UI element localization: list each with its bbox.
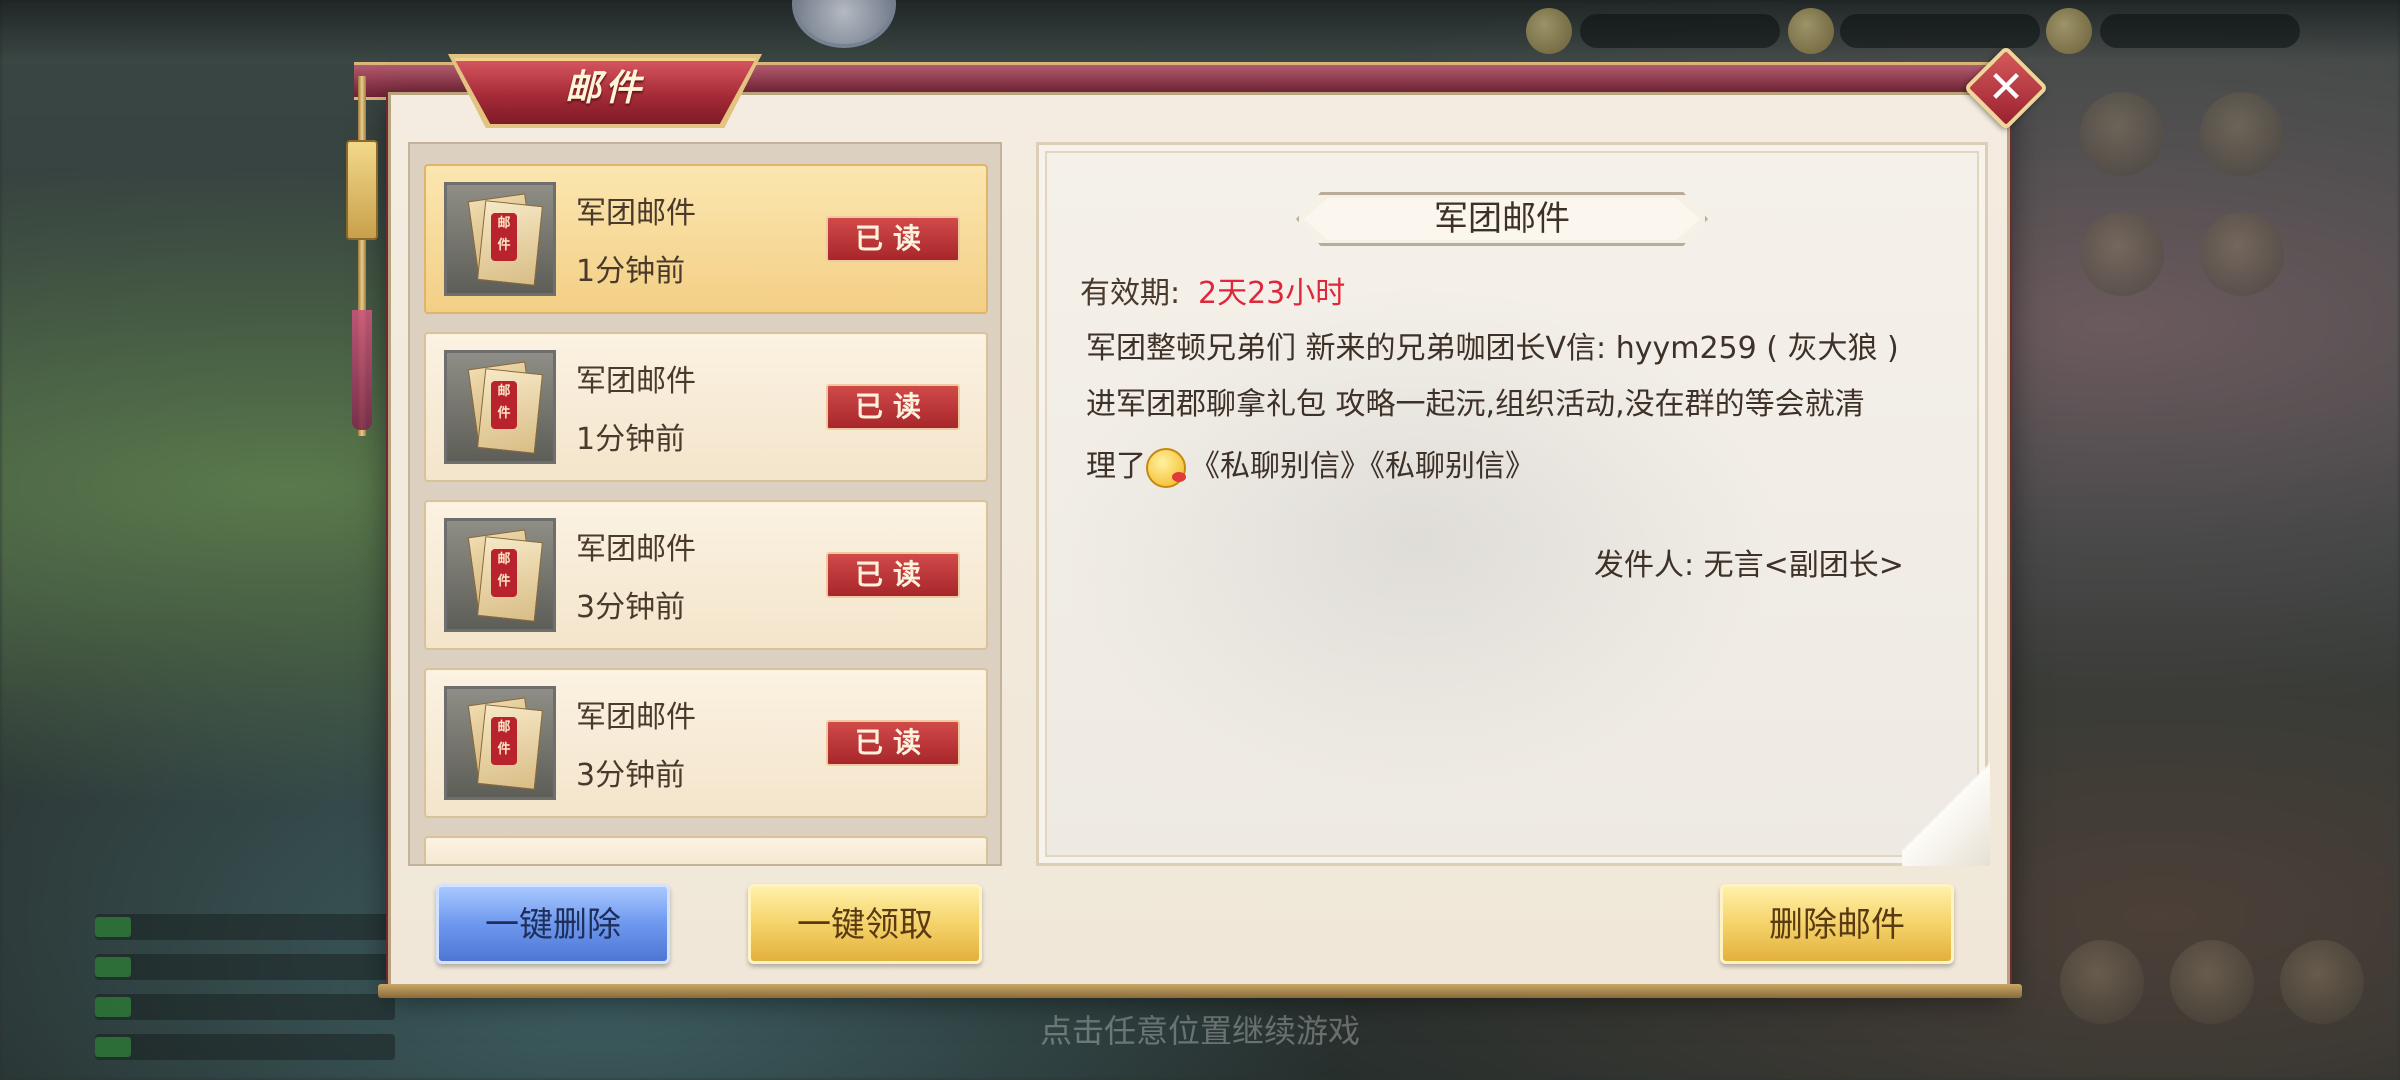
mail-list-item[interactable]: 邮件 军团邮件 3分钟前 已读 [424, 668, 988, 818]
resource-pill [2100, 14, 2300, 48]
dialog-title: 邮件 [564, 68, 645, 109]
mail-item-title: 军团邮件 [576, 532, 696, 567]
mail-letter-icon: 邮件 [444, 350, 556, 464]
mail-item-time: 3分钟前 [576, 590, 686, 625]
ingot-icon [1788, 8, 1834, 54]
read-status-badge: 已读 [826, 216, 960, 262]
page-curl-decoration [1902, 744, 1990, 866]
continue-hint: 点击任意位置继续游戏 [1039, 1012, 1360, 1050]
mail-list[interactable]: 邮件 军团邮件 1分钟前 已读 邮件 军团邮件 1分钟前 已读 邮件 军团邮件 … [408, 142, 1002, 866]
event-icon [2200, 92, 2284, 176]
event-icon [2080, 212, 2164, 296]
coin-icon [1526, 8, 1572, 54]
claim-all-button[interactable]: 一键领取 [748, 884, 982, 964]
mail-item-time: 1分钟前 [576, 254, 686, 289]
mail-letter-icon: 邮件 [444, 518, 556, 632]
mail-list-item[interactable]: 邮件 军团邮件 3分钟前 已读 [424, 500, 988, 650]
mail-body-line: 进军团郡聊拿礼包 攻略一起沅,组织活动,没在群的等会就清 [1086, 387, 1865, 422]
mail-body-line: 军团整顿兄弟们 新来的兄弟咖团长V信: hyym259 ( 灰大狼 ) [1086, 331, 1899, 366]
mail-body-text: 理了 [1086, 449, 1146, 484]
close-x-icon: ✕ [1987, 62, 2025, 113]
chat-line [95, 914, 395, 940]
mail-item-title: 军团邮件 [576, 196, 696, 231]
mail-letter-icon: 邮件 [444, 182, 556, 296]
mail-list-item[interactable]: 邮件 军团邮件 1分钟前 已读 [424, 164, 988, 314]
gem-icon [2046, 8, 2092, 54]
chat-line [95, 954, 395, 980]
mail-list-item[interactable]: 邮件 军团邮件 1分钟前 已读 [424, 332, 988, 482]
mail-body-line: 理了 《私聊别信》《私聊别信》 [1086, 438, 1535, 496]
mail-item-title: 军团邮件 [576, 700, 696, 735]
mail-list-item[interactable] [424, 836, 988, 864]
resource-pill [1840, 14, 2040, 48]
scroll-tassel [352, 310, 372, 430]
smiley-emoji-icon [1146, 447, 1186, 488]
delete-all-button[interactable]: 一键删除 [436, 884, 670, 964]
mail-detail-panel [1036, 142, 1988, 866]
dialog-bottom-border [378, 984, 2022, 998]
expiry-label: 有效期: [1080, 276, 1181, 311]
mail-item-title: 军团邮件 [576, 364, 696, 399]
read-status-badge: 已读 [826, 720, 960, 766]
event-icon [2080, 92, 2164, 176]
delete-mail-button[interactable]: 删除邮件 [1720, 884, 1954, 964]
mail-letter-icon: 邮件 [444, 686, 556, 800]
scroll-ornament-plaque [346, 140, 378, 240]
top-resource-bar [0, 0, 2400, 60]
read-status-badge: 已读 [826, 384, 960, 430]
mail-item-time: 1分钟前 [576, 422, 686, 457]
mail-body-text: 《私聊别信》《私聊别信》 [1190, 449, 1535, 484]
read-status-badge: 已读 [826, 552, 960, 598]
mail-item-time: 3分钟前 [576, 758, 686, 793]
resource-pill [1580, 14, 1780, 48]
expiry-value: 2天23小时 [1198, 276, 1346, 311]
event-icon [2200, 212, 2284, 296]
mail-sender: 发件人: 无言<副团长> [1594, 548, 1904, 583]
detail-title: 军团邮件 [1434, 199, 1570, 239]
